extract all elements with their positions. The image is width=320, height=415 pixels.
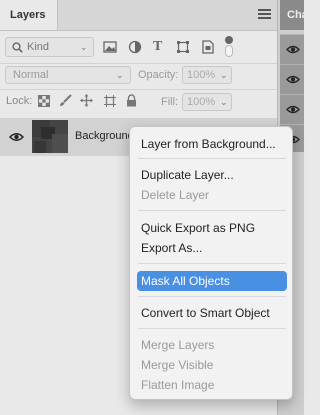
dock-visibility-button-3[interactable] (280, 94, 304, 124)
layer-context-menu: Layer from Background... Duplicate Layer… (129, 126, 293, 400)
chevron-down-icon: ⌄ (220, 97, 228, 107)
menu-item-mask-all-objects[interactable]: Mask All Objects (137, 271, 287, 291)
divider (0, 89, 277, 90)
opacity-label: Opacity: (138, 69, 179, 81)
menu-item-flatten-image[interactable]: Flatten Image (137, 375, 287, 395)
lock-transparent-icon[interactable] (38, 95, 50, 107)
menu-item-merge-visible[interactable]: Merge Visible (137, 355, 287, 375)
menu-separator (138, 328, 286, 329)
blend-mode-value: Normal (13, 69, 49, 81)
menu-item-convert-to-smart-object[interactable]: Convert to Smart Object (137, 303, 287, 323)
blend-mode-dropdown[interactable]: Normal ⌄ (5, 66, 131, 84)
shape-filter-icon[interactable] (176, 40, 190, 54)
eye-icon (286, 75, 300, 84)
search-icon (12, 42, 23, 53)
menu-item-quick-export-png[interactable]: Quick Export as PNG (137, 218, 287, 238)
menu-item-merge-layers[interactable]: Merge Layers (137, 335, 287, 355)
dock-visibility-button-1[interactable] (280, 34, 304, 64)
lock-all-icon[interactable] (126, 94, 137, 107)
panel-menu-icon[interactable] (258, 9, 271, 20)
menu-item-duplicate-layer[interactable]: Duplicate Layer... (137, 165, 287, 185)
image-filter-icon[interactable] (103, 40, 117, 54)
menu-item-export-as[interactable]: Export As... (137, 238, 287, 258)
chevron-down-icon: ⌄ (116, 70, 124, 80)
lock-brush-icon[interactable] (59, 94, 72, 107)
lock-position-icon[interactable] (80, 94, 93, 107)
kind-filter-dropdown[interactable]: Kind ⌄ (5, 37, 94, 57)
tab-channels[interactable]: Cha (280, 0, 304, 30)
dock-visibility-button-2[interactable] (280, 64, 304, 94)
opacity-value: 100% (187, 69, 216, 81)
menu-item-delete-layer[interactable]: Delete Layer (137, 185, 287, 205)
opacity-field[interactable]: 100% ⌄ (182, 66, 232, 84)
fill-field[interactable]: 100% ⌄ (182, 93, 232, 111)
layer-thumbnail (32, 120, 68, 153)
tab-layers[interactable]: Layers (0, 0, 58, 30)
adjustment-filter-icon[interactable] (128, 40, 142, 54)
eye-icon[interactable] (9, 132, 24, 142)
menu-separator (138, 158, 286, 159)
eye-icon (286, 45, 300, 54)
lock-artboard-icon[interactable] (104, 95, 116, 107)
menu-separator (138, 210, 286, 211)
type-filter-icon[interactable]: T (153, 39, 162, 55)
menu-separator (138, 263, 286, 264)
fill-label: Fill: (161, 96, 179, 108)
chevron-down-icon: ⌄ (220, 70, 228, 80)
layer-name[interactable]: Background (75, 130, 134, 142)
filter-toggle-icon[interactable] (224, 36, 234, 58)
lock-label: Lock: (6, 95, 33, 107)
eye-icon (286, 105, 300, 114)
fill-value: 100% (187, 96, 216, 108)
chevron-down-icon: ⌄ (80, 42, 88, 52)
menu-item-layer-from-background[interactable]: Layer from Background... (137, 134, 287, 154)
smart-object-filter-icon[interactable] (201, 40, 215, 54)
divider (0, 63, 277, 64)
kind-filter-value: Kind (27, 41, 50, 53)
menu-separator (138, 296, 286, 297)
